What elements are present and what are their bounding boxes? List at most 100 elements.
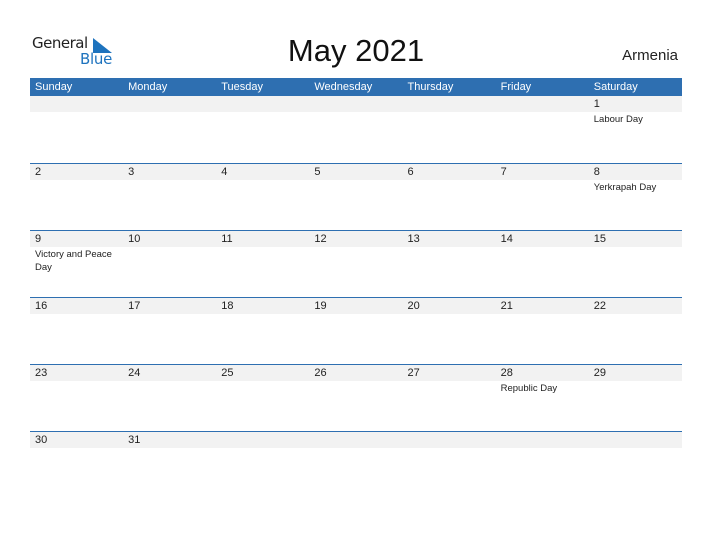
day-number: 8 — [593, 166, 600, 178]
day-cell: 12 — [309, 231, 402, 274]
day-number — [314, 432, 402, 448]
day-number: 11 — [221, 233, 233, 245]
day-number — [408, 432, 496, 448]
day-cell: 25 — [216, 365, 309, 395]
week-cells: 2 3 4 5 6 7 8 Yerkrapah Day — [30, 164, 682, 194]
day-cell: 9 Victory and Peace Day — [30, 231, 123, 274]
day-cell: 8 Yerkrapah Day — [589, 164, 682, 194]
week-row: 9 Victory and Peace Day 10 11 12 13 14 15 — [30, 230, 682, 297]
day-cell: 18 — [216, 298, 309, 315]
day-cell: 31 — [123, 432, 216, 449]
day-cell: 29 — [589, 365, 682, 395]
day-cell: 15 — [589, 231, 682, 274]
day-number: 31 — [128, 434, 141, 446]
day-cell — [30, 96, 123, 126]
country-label: Armenia — [622, 47, 678, 64]
day-number — [128, 96, 216, 112]
day-number: 16 — [35, 300, 48, 312]
weekday-tuesday: Tuesday — [221, 81, 264, 93]
day-number: 17 — [128, 300, 141, 312]
weekday-saturday: Saturday — [593, 81, 638, 93]
day-number: 5 — [314, 166, 321, 178]
day-cell: 23 — [30, 365, 123, 395]
day-cell: 19 — [309, 298, 402, 315]
day-number — [501, 432, 589, 448]
holiday-label: Yerkrapah Day — [593, 182, 657, 193]
week-cells: 23 24 25 26 27 28 Republic Day 29 — [30, 365, 682, 395]
day-cell: 4 — [216, 164, 309, 194]
day-number: 24 — [128, 367, 141, 379]
weekday-monday: Monday — [128, 81, 168, 93]
week-row: 30 31 — [30, 431, 682, 498]
week-row: 23 24 25 26 27 28 Republic Day 29 — [30, 364, 682, 431]
day-number: 22 — [593, 300, 606, 312]
day-cell: 28 Republic Day — [496, 365, 589, 395]
week-cells: 16 17 18 19 20 21 22 — [30, 298, 682, 315]
day-number: 3 — [128, 166, 135, 178]
week-cells: 1 Labour Day — [30, 96, 682, 126]
week-cells: 30 31 — [30, 432, 682, 449]
day-number: 19 — [314, 300, 327, 312]
day-number: 9 — [35, 233, 42, 245]
day-cell: 24 — [123, 365, 216, 395]
day-cell — [403, 432, 496, 449]
day-cell — [216, 432, 309, 449]
calendar-title: May 2021 — [287, 33, 425, 68]
day-cell: 22 — [589, 298, 682, 315]
day-number: 2 — [35, 166, 42, 178]
weekday-header: Sunday Monday Tuesday Wednesday Thursday… — [30, 78, 682, 96]
day-number: 27 — [407, 367, 420, 379]
day-cell: 14 — [496, 231, 589, 274]
day-number: 26 — [314, 367, 327, 379]
day-number — [221, 96, 309, 112]
day-number: 7 — [500, 166, 507, 178]
day-cell: 7 — [496, 164, 589, 194]
weekday-sunday: Sunday — [35, 81, 73, 93]
day-cell: 30 — [30, 432, 123, 449]
day-number: 25 — [221, 367, 234, 379]
day-cell: 10 — [123, 231, 216, 274]
day-cell — [589, 432, 682, 449]
day-number: 21 — [500, 300, 513, 312]
day-cell: 1 Labour Day — [589, 96, 682, 126]
day-cell — [403, 96, 496, 126]
day-cell: 26 — [309, 365, 402, 395]
day-cell: 6 — [403, 164, 496, 194]
day-cell: 5 — [309, 164, 402, 194]
day-number: 13 — [407, 233, 420, 245]
holiday-label: Labour Day — [593, 114, 643, 125]
day-number — [221, 432, 309, 448]
calendar-grid: Sunday Monday Tuesday Wednesday Thursday… — [30, 78, 682, 498]
day-number — [594, 432, 682, 448]
day-cell: 20 — [403, 298, 496, 315]
day-number: 4 — [221, 166, 228, 178]
day-cell: 17 — [123, 298, 216, 315]
week-cells: 9 Victory and Peace Day 10 11 12 13 14 15 — [30, 231, 682, 274]
day-number: 23 — [35, 367, 48, 379]
day-number: 15 — [593, 233, 606, 245]
weeks-container: 1 Labour Day 2 3 4 5 6 7 8 Yerkrapah Day 9 Victory … — [30, 96, 682, 498]
day-cell — [496, 96, 589, 126]
day-cell: 13 — [403, 231, 496, 274]
weekday-thursday: Thursday — [407, 81, 454, 93]
week-row: 2 3 4 5 6 7 8 Yerkrapah Day — [30, 163, 682, 230]
day-cell: 27 — [403, 365, 496, 395]
weekday-wednesday: Wednesday — [314, 81, 373, 93]
day-cell — [216, 96, 309, 126]
day-number: 18 — [221, 300, 234, 312]
day-number — [408, 96, 496, 112]
day-number: 1 — [593, 98, 600, 110]
day-number: 14 — [500, 233, 513, 245]
holiday-label: Victory and Peace Day — [35, 249, 112, 273]
week-row: 1 Labour Day — [30, 96, 682, 163]
day-cell: 3 — [123, 164, 216, 194]
day-number — [314, 96, 402, 112]
day-number: 30 — [35, 434, 48, 446]
day-number — [501, 96, 589, 112]
day-number — [35, 96, 123, 112]
day-cell: 2 — [30, 164, 123, 194]
day-number: 20 — [407, 300, 420, 312]
day-cell: 16 — [30, 298, 123, 315]
holiday-label: Republic Day — [500, 383, 558, 394]
day-cell — [123, 96, 216, 126]
